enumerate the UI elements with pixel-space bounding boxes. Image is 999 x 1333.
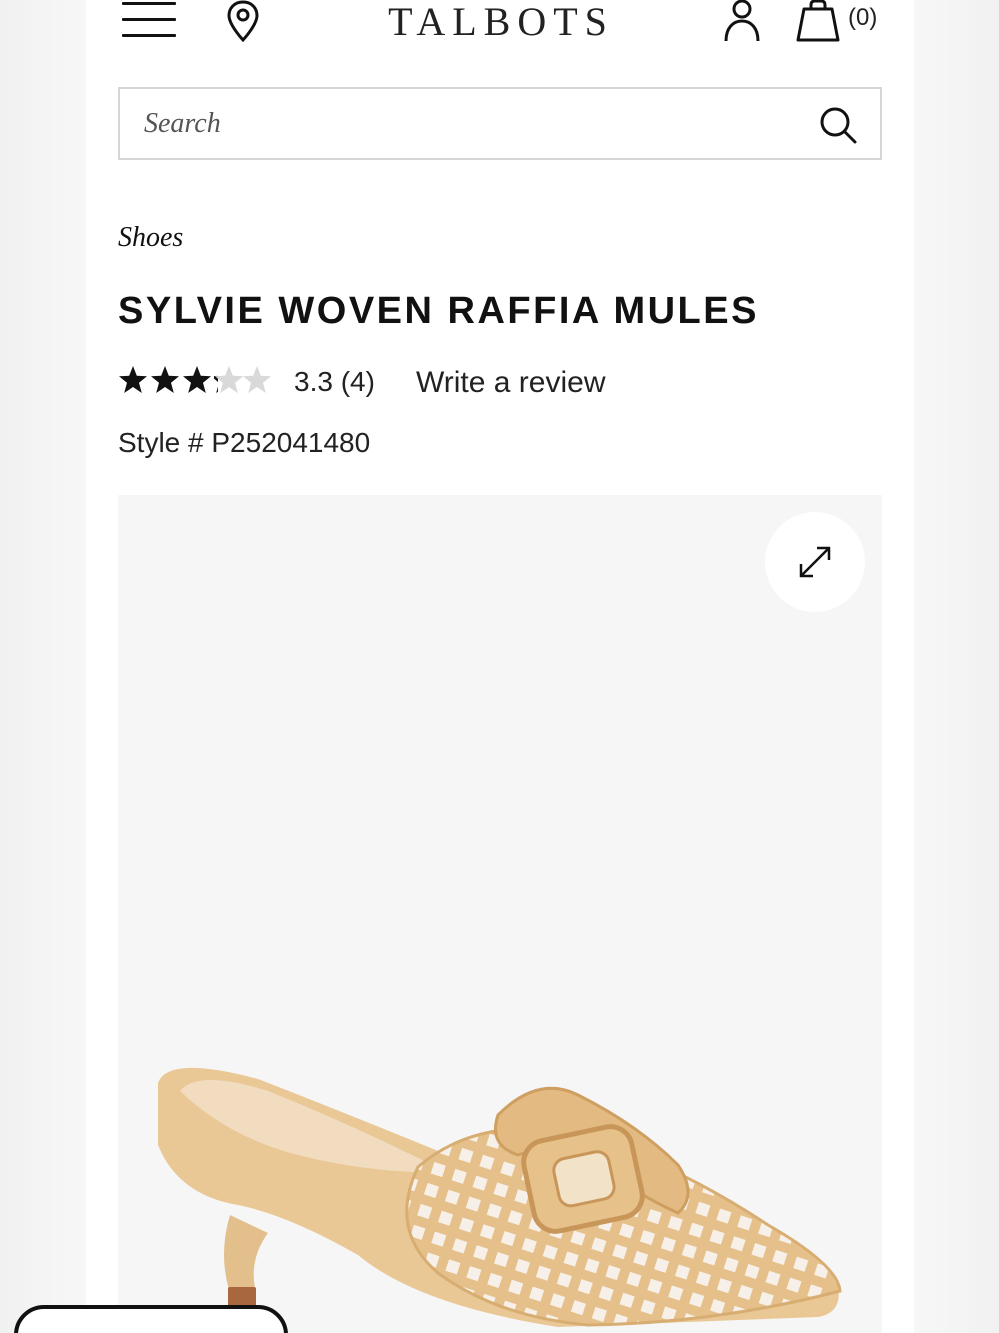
floating-action-button[interactable] xyxy=(14,1305,288,1333)
page-margin-left xyxy=(0,0,86,1333)
star-empty-icon xyxy=(243,366,271,393)
location-pin-icon[interactable] xyxy=(226,0,260,42)
cart-count: (0) xyxy=(848,4,878,31)
style-number: Style # P252041480 xyxy=(118,427,371,458)
star-icon xyxy=(151,366,179,393)
product-image-shoe xyxy=(158,1067,842,1327)
menu-icon[interactable] xyxy=(122,0,176,40)
search-icon[interactable] xyxy=(818,105,858,145)
rating-summary[interactable]: 3.3 (4) xyxy=(294,366,375,398)
shopping-bag-icon[interactable] xyxy=(794,0,842,42)
search-input[interactable] xyxy=(144,103,784,145)
star-rating[interactable] xyxy=(118,363,278,399)
product-rating: 3.3 (4) Write a review xyxy=(118,363,718,399)
site-header: TALBOTS (0) xyxy=(86,0,914,60)
brand-logo[interactable]: TALBOTS xyxy=(336,0,666,45)
expand-image-button[interactable] xyxy=(765,512,865,612)
breadcrumb-category[interactable]: Shoes xyxy=(118,222,183,254)
star-empty-icon xyxy=(215,366,243,393)
star-icon xyxy=(119,366,147,393)
product-title: SYLVIE WOVEN RAFFIA MULES xyxy=(118,290,759,332)
write-review-link[interactable]: Write a review xyxy=(416,366,606,400)
search-bar xyxy=(118,87,882,160)
expand-icon xyxy=(799,546,831,578)
account-icon[interactable] xyxy=(722,0,762,42)
product-image-gallery[interactable] xyxy=(118,495,882,1333)
star-icon xyxy=(183,366,211,393)
product-page: TALBOTS (0) Shoes SYLVIE WOVEN RAFFIA MU… xyxy=(86,0,914,1333)
page-margin-right xyxy=(914,0,999,1333)
